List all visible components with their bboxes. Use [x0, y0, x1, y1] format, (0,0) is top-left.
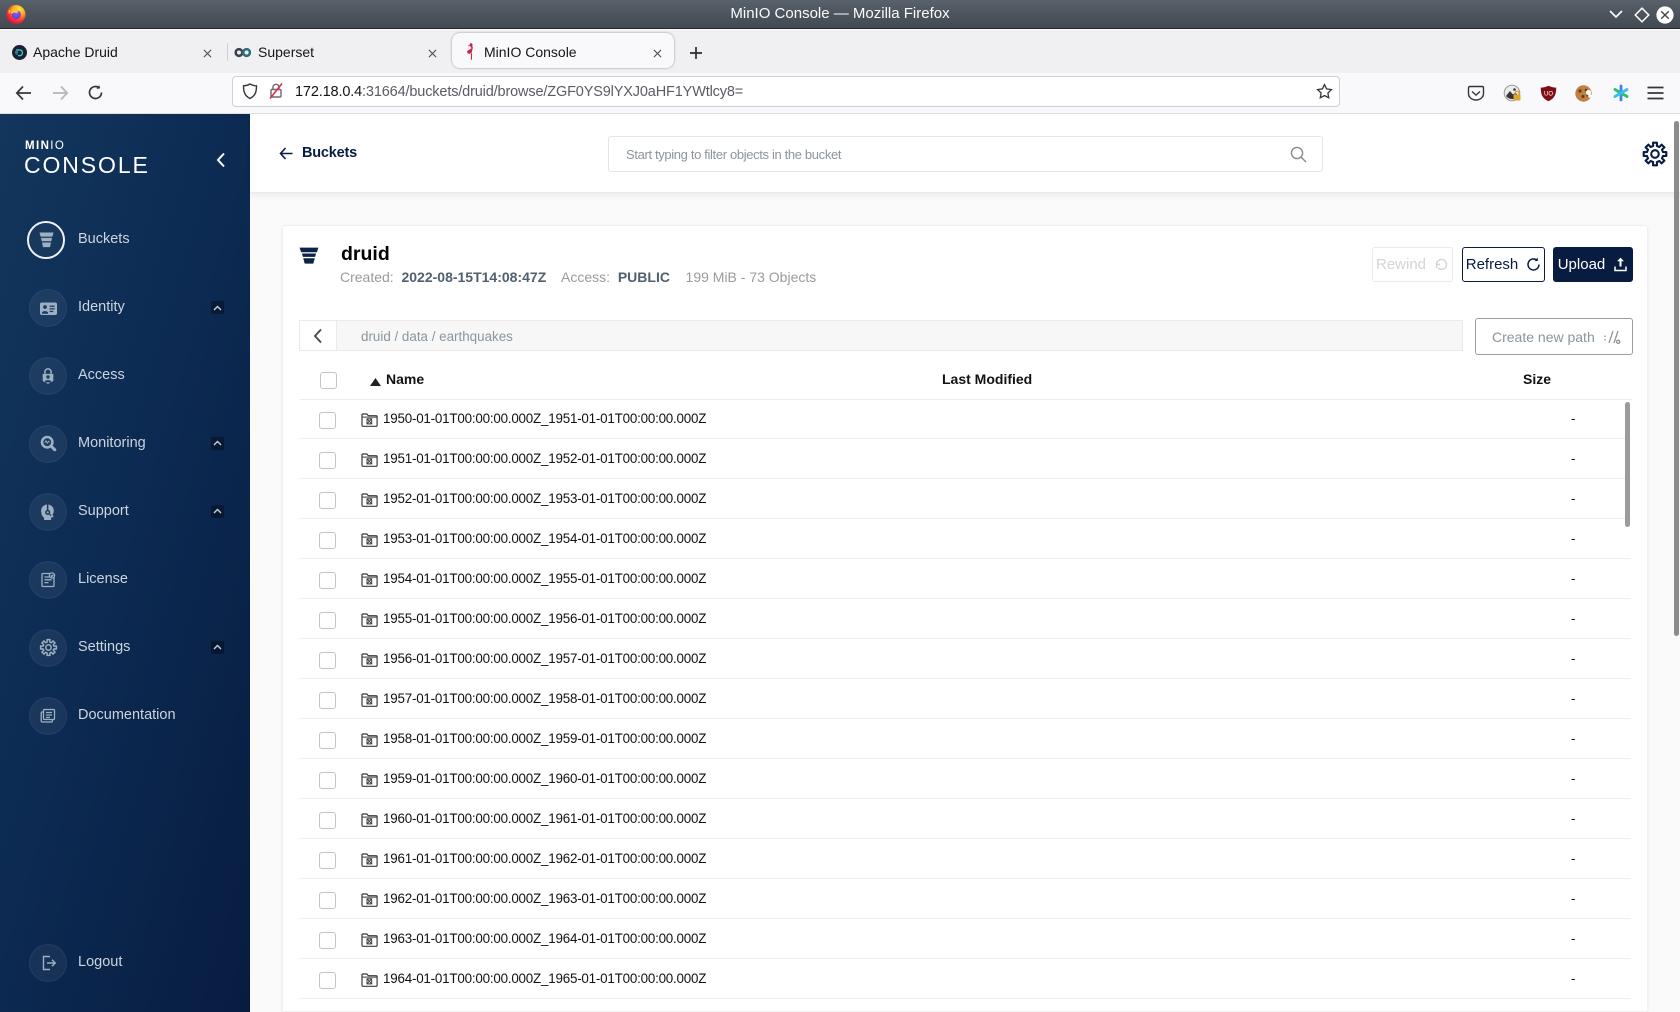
- svg-text:UO: UO: [1544, 92, 1553, 98]
